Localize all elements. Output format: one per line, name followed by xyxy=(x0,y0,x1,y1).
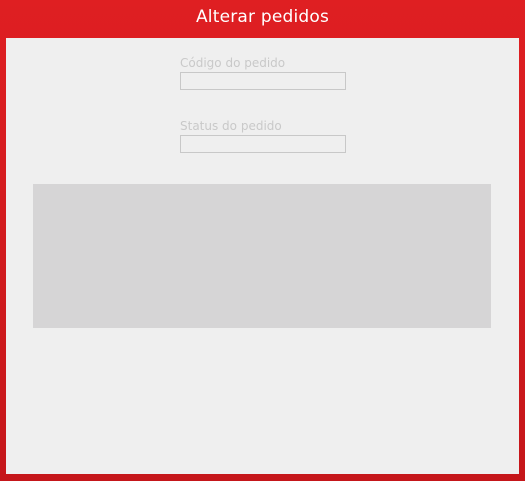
app-window: Alterar pedidos Código do pedido Status … xyxy=(0,0,525,481)
order-code-label: Código do pedido xyxy=(180,56,286,70)
orders-panel xyxy=(33,184,491,328)
window-title: Alterar pedidos xyxy=(195,6,330,27)
order-status-input[interactable] xyxy=(180,135,346,153)
content-area: Código do pedido Status do pedido xyxy=(6,38,519,474)
order-code-input[interactable] xyxy=(180,72,346,90)
order-status-label: Status do pedido xyxy=(180,119,282,133)
